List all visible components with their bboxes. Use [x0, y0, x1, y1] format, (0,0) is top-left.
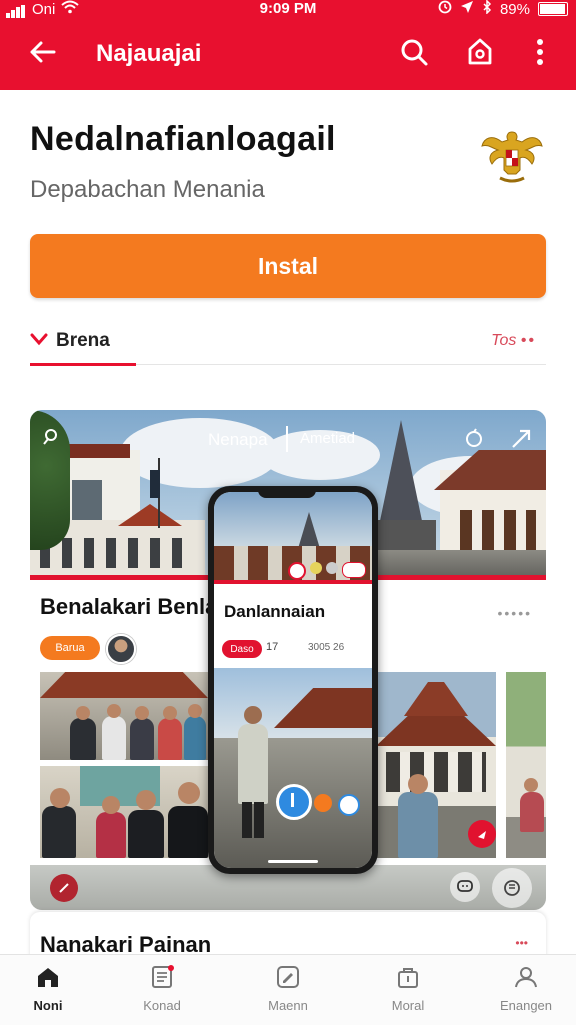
tab-tos[interactable]: Tos ••: [491, 332, 536, 350]
profile-icon: [513, 967, 539, 993]
phone-play-icon[interactable]: [276, 784, 312, 820]
screenshot-gallery[interactable]: Nenapa Ametiad Benalakari Benla Barua ••…: [30, 410, 546, 910]
photo-edge-right[interactable]: [506, 672, 546, 858]
battery-percent: 89%: [499, 0, 530, 18]
more-vertical-icon: [536, 38, 544, 71]
bottom-navigation: Noni Konad Maenn Moral Enangen: [0, 954, 576, 1025]
nav-item-enangen[interactable]: Enangen: [476, 965, 576, 1021]
app-bar-title: Najauajai: [96, 40, 202, 67]
search-button[interactable]: [392, 32, 436, 76]
install-button[interactable]: Instal: [30, 234, 546, 298]
nav-item-konad[interactable]: Konad: [112, 965, 212, 1021]
home-indicator: [268, 860, 318, 863]
edit-icon: [275, 966, 301, 993]
more-options-button[interactable]: [518, 32, 562, 76]
home-icon: [35, 968, 61, 993]
tab-label: Brena: [56, 330, 110, 351]
bluetooth-icon: [482, 0, 492, 18]
app-name: Nedalnafianloagail: [30, 120, 336, 158]
nav-item-noni[interactable]: Noni: [0, 965, 98, 1021]
nav-label: Maenn: [268, 998, 308, 1013]
zoom-icon[interactable]: [42, 428, 60, 451]
record-icon[interactable]: [50, 874, 78, 902]
top-bar: Oni 9:09 PM 89% Najauajai: [0, 0, 576, 90]
share-button[interactable]: [458, 32, 502, 76]
more-dots-icon[interactable]: •••: [515, 936, 528, 950]
alarm-icon: [438, 0, 452, 18]
nav-label: Noni: [33, 998, 63, 1013]
more-dots-icon[interactable]: •••••: [497, 605, 532, 621]
share-icon: [465, 37, 495, 72]
news-icon: [149, 965, 175, 993]
search-icon: [399, 37, 429, 72]
battery-icon: [538, 2, 568, 16]
overlay-left-label: Nenapa: [208, 430, 268, 449]
phone-card-title: Danlannaian: [224, 602, 326, 621]
status-bar: Oni 9:09 PM 89%: [0, 0, 576, 18]
nav-item-moral[interactable]: Moral: [358, 965, 458, 1021]
phone-video-photo[interactable]: [214, 668, 372, 868]
phone-meta-secondary: 3005 26: [308, 642, 345, 653]
play-icon[interactable]: [468, 820, 496, 848]
location-icon: [460, 0, 474, 18]
overlay-divider: [286, 426, 288, 452]
expand-icon[interactable]: [510, 428, 532, 455]
photo-group-left-top[interactable]: [40, 672, 208, 760]
nav-label: Konad: [143, 998, 181, 1013]
garuda-emblem-icon: [478, 126, 546, 188]
bag-icon: [395, 968, 421, 993]
more-dots-icon: ••: [520, 332, 536, 349]
section-tabs: Brena Tos ••: [30, 330, 546, 366]
phone-meta: 17: [266, 641, 279, 653]
back-button[interactable]: [20, 32, 64, 76]
nav-label: Enangen: [499, 998, 553, 1013]
overlay-right-label: Ametiad: [300, 430, 356, 447]
phone-screen: Danlannaian Daso 17 3005 26: [214, 492, 372, 868]
arrow-left-icon: [28, 40, 56, 69]
chat-icon[interactable]: [450, 872, 480, 902]
nav-item-maenn[interactable]: Maenn: [238, 965, 338, 1021]
tab-brena[interactable]: Brena: [30, 330, 110, 352]
avatar: [106, 634, 136, 664]
developer-name[interactable]: Depabachan Menania: [30, 176, 265, 204]
chevron-down-icon: [30, 330, 48, 352]
phone-notch: [258, 486, 316, 498]
nav-label: Moral: [391, 998, 425, 1013]
menu-icon[interactable]: [492, 868, 532, 908]
phone-dot-controls: [288, 562, 366, 580]
phone-mockup[interactable]: Danlannaian Daso 17 3005 26: [208, 486, 378, 874]
favorite-icon[interactable]: [464, 428, 484, 453]
phone-accent-bar: [214, 580, 372, 584]
phone-badge[interactable]: Daso: [222, 640, 262, 658]
phone-like-icon[interactable]: [314, 794, 332, 812]
gallery-card-title: Benalakari Benla: [40, 594, 218, 619]
phone-share-icon[interactable]: [338, 794, 360, 816]
gallery-overlay-bar: Nenapa Ametiad: [30, 424, 546, 454]
photo-group-left-bottom[interactable]: [40, 766, 208, 858]
category-badge[interactable]: Barua: [40, 636, 100, 660]
tab-tos-label: Tos: [491, 332, 517, 349]
active-tab-indicator: [30, 363, 136, 366]
app-bar: Najauajai: [0, 22, 576, 88]
